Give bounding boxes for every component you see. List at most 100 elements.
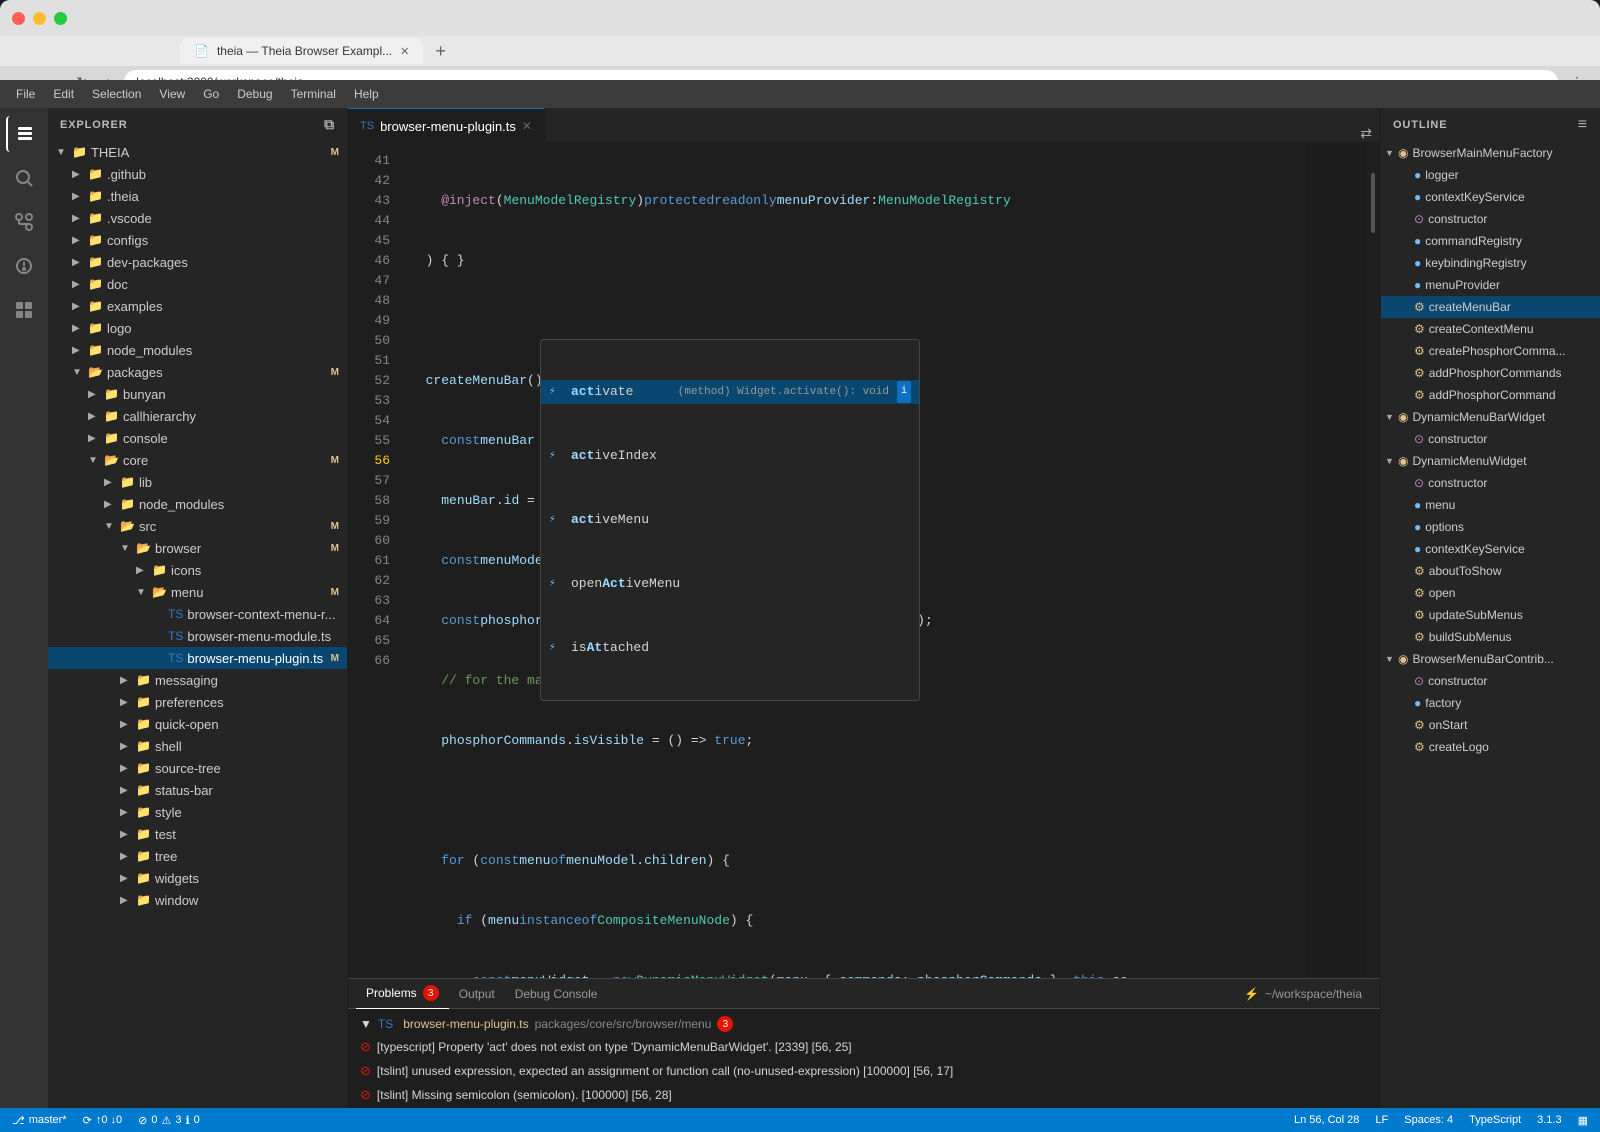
panel-tab-problems[interactable]: Problems 3 (356, 979, 449, 1009)
activity-search[interactable] (6, 160, 42, 196)
status-sync[interactable]: ⟳ ↑0 ↓0 (79, 1114, 127, 1127)
status-branch[interactable]: ⎇ master* (8, 1114, 71, 1127)
tree-item-node-modules[interactable]: ▶ 📁 node_modules (48, 339, 347, 361)
outline-item-updatesubmenus[interactable]: ▶ ⚙ updateSubMenus (1381, 604, 1600, 626)
tree-item-browser-menu-module[interactable]: ▶ TS browser-menu-module.ts (48, 625, 347, 647)
outline-item-createphosphorcomma[interactable]: ▶ ⚙ createPhosphorComma... (1381, 340, 1600, 362)
tree-item-examples[interactable]: ▶ 📁 examples (48, 295, 347, 317)
outline-item-addphosphorcommand[interactable]: ▶ ⚙ addPhosphorCommand (1381, 384, 1600, 406)
outline-item-commandregistry[interactable]: ▶ ● commandRegistry (1381, 230, 1600, 252)
panel-tab-terminal[interactable]: ⚡ ~/workspace/theia (1234, 979, 1372, 1009)
activity-explorer[interactable] (6, 116, 42, 152)
tree-item-configs[interactable]: ▶ 📁 configs (48, 229, 347, 251)
outline-item-browsermainmenufactory[interactable]: ▼ ◉ BrowserMainMenuFactory (1381, 142, 1600, 164)
autocomplete-item-activeIndex[interactable]: ⚡ activeIndex (541, 444, 919, 468)
tree-item-quick-open[interactable]: ▶ 📁 quick-open (48, 713, 347, 735)
autocomplete-popup[interactable]: ⚡ activate (method) Widget.activate(): v… (540, 339, 920, 701)
outline-item-contextkeyservice2[interactable]: ▶ ● contextKeyService (1381, 538, 1600, 560)
tab-close-icon[interactable]: ✕ (400, 45, 409, 58)
tree-item-logo[interactable]: ▶ 📁 logo (48, 317, 347, 339)
outline-menu-icon[interactable]: ≡ (1578, 116, 1588, 134)
outline-item-onstart[interactable]: ▶ ⚙ onStart (1381, 714, 1600, 736)
outline-item-menu[interactable]: ▶ ● menu (1381, 494, 1600, 516)
tree-item-lib[interactable]: ▶ 📁 lib (48, 471, 347, 493)
tree-item-tree[interactable]: ▶ 📁 tree (48, 845, 347, 867)
editor-code[interactable]: 41 42 43 44 45 46 47 48 49 50 51 52 53 5… (348, 143, 1380, 978)
outline-item-createlogo[interactable]: ▶ ⚙ createLogo (1381, 736, 1600, 758)
outline-item-options[interactable]: ▶ ● options (1381, 516, 1600, 538)
close-button[interactable] (12, 12, 25, 25)
tree-item-theia[interactable]: ▶ 📁 .theia (48, 185, 347, 207)
minimize-button[interactable] (33, 12, 46, 25)
activity-debug[interactable] (6, 248, 42, 284)
panel-tab-debug-console[interactable]: Debug Console (505, 979, 608, 1009)
outline-item-createmenubar[interactable]: ▶ ⚙ createMenuBar (1381, 296, 1600, 318)
tree-item-github[interactable]: ▶ 📁 .github (48, 163, 347, 185)
tree-item-messaging[interactable]: ▶ 📁 messaging (48, 669, 347, 691)
outline-item-browsermenubarcontrib[interactable]: ▼ ◉ BrowserMenuBarContrib... (1381, 648, 1600, 670)
tree-item-console[interactable]: ▶ 📁 console (48, 427, 347, 449)
tree-item-callhierarchy[interactable]: ▶ 📁 callhierarchy (48, 405, 347, 427)
autocomplete-item-activeMenu[interactable]: ⚡ activeMenu (541, 508, 919, 532)
tree-item-browser-context[interactable]: ▶ TS browser-context-menu-r... (48, 603, 347, 625)
tree-item-node-modules2[interactable]: ▶ 📁 node_modules (48, 493, 347, 515)
file-tree[interactable]: ▼ 📁 THEIA M ▶ 📁 .github ▶ 📁 .theia (48, 141, 347, 1108)
autocomplete-item-activate[interactable]: ⚡ activate (method) Widget.activate(): v… (541, 380, 919, 404)
status-spaces[interactable]: Spaces: 4 (1400, 1114, 1457, 1126)
outline-item-dynamicmenuwidget[interactable]: ▼ ◉ DynamicMenuWidget (1381, 450, 1600, 472)
status-line-ending[interactable]: LF (1371, 1114, 1392, 1126)
tree-item-status-bar[interactable]: ▶ 📁 status-bar (48, 779, 347, 801)
tree-item-core[interactable]: ▼ 📂 core M (48, 449, 347, 471)
outline-item-constructor4[interactable]: ▶ ⊙ constructor (1381, 670, 1600, 692)
tree-item-test[interactable]: ▶ 📁 test (48, 823, 347, 845)
tree-item-menu[interactable]: ▼ 📂 menu M (48, 581, 347, 603)
menu-terminal[interactable]: Terminal (283, 83, 344, 105)
activity-extensions[interactable] (6, 292, 42, 328)
menu-debug[interactable]: Debug (229, 83, 280, 105)
menu-edit[interactable]: Edit (45, 83, 82, 105)
menu-go[interactable]: Go (195, 83, 227, 105)
tree-item-preferences[interactable]: ▶ 📁 preferences (48, 691, 347, 713)
tree-item-dev-packages[interactable]: ▶ 📁 dev-packages (48, 251, 347, 273)
tree-item-src[interactable]: ▼ 📂 src M (48, 515, 347, 537)
outline-item-abouttoshow[interactable]: ▶ ⚙ aboutToShow (1381, 560, 1600, 582)
tree-item-doc[interactable]: ▶ 📁 doc (48, 273, 347, 295)
outline-item-keybindingregistry[interactable]: ▶ ● keybindingRegistry (1381, 252, 1600, 274)
tree-root-theia[interactable]: ▼ 📁 THEIA M (48, 141, 347, 163)
editor-scrollbar[interactable] (1366, 143, 1380, 978)
tab-close-button[interactable]: ✕ (522, 119, 532, 133)
split-editor-icon[interactable]: ⇄ (1360, 125, 1372, 142)
outline-item-addphosphorcommands[interactable]: ▶ ⚙ addPhosphorCommands (1381, 362, 1600, 384)
autocomplete-item-openActiveMenu[interactable]: ⚡ openActiveMenu (541, 572, 919, 596)
tree-item-bunyan[interactable]: ▶ 📁 bunyan (48, 383, 347, 405)
sidebar-copy-icon[interactable]: ⧉ (324, 116, 335, 133)
outline-item-dynamicmenubarwidget[interactable]: ▼ ◉ DynamicMenuBarWidget (1381, 406, 1600, 428)
outline-item-factory[interactable]: ▶ ● factory (1381, 692, 1600, 714)
outline-item-contextkeyservice[interactable]: ▶ ● contextKeyService (1381, 186, 1600, 208)
outline-item-constructor3[interactable]: ▶ ⊙ constructor (1381, 472, 1600, 494)
tree-item-icons[interactable]: ▶ 📁 icons (48, 559, 347, 581)
outline-item-open[interactable]: ▶ ⚙ open (1381, 582, 1600, 604)
outline-item-constructor1[interactable]: ▶ ⊙ constructor (1381, 208, 1600, 230)
maximize-button[interactable] (54, 12, 67, 25)
status-errors[interactable]: ⊘ 0 ⚠ 3 ℹ 0 (134, 1114, 204, 1127)
tree-item-widgets[interactable]: ▶ 📁 widgets (48, 867, 347, 889)
tree-item-packages[interactable]: ▼ 📂 packages M (48, 361, 347, 383)
outline-item-constructor2[interactable]: ▶ ⊙ constructor (1381, 428, 1600, 450)
outline-item-logger[interactable]: ▶ ● logger (1381, 164, 1600, 186)
tree-item-style[interactable]: ▶ 📁 style (48, 801, 347, 823)
editor-tab-browser-menu-plugin[interactable]: TS browser-menu-plugin.ts ✕ (348, 108, 545, 143)
outline-item-buildsubmenus[interactable]: ▶ ⚙ buildSubMenus (1381, 626, 1600, 648)
tree-item-source-tree[interactable]: ▶ 📁 source-tree (48, 757, 347, 779)
tree-item-browser[interactable]: ▼ 📂 browser M (48, 537, 347, 559)
outline-item-menuprovider[interactable]: ▶ ● menuProvider (1381, 274, 1600, 296)
activity-scm[interactable] (6, 204, 42, 240)
menu-selection[interactable]: Selection (84, 83, 149, 105)
status-version[interactable]: 3.1.3 (1533, 1114, 1565, 1126)
panel-tab-output[interactable]: Output (449, 979, 505, 1009)
tree-item-shell[interactable]: ▶ 📁 shell (48, 735, 347, 757)
tree-item-vscode[interactable]: ▶ 📁 .vscode (48, 207, 347, 229)
status-language[interactable]: TypeScript (1465, 1114, 1525, 1126)
menu-help[interactable]: Help (346, 83, 387, 105)
tree-item-window[interactable]: ▶ 📁 window (48, 889, 347, 911)
